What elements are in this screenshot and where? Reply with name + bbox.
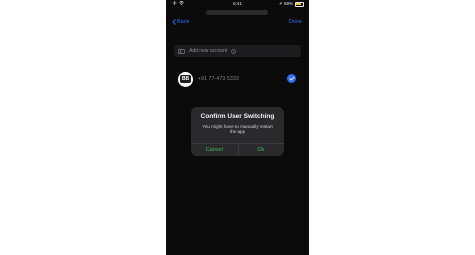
avatar: BB (178, 71, 193, 87)
battery-level (296, 2, 302, 6)
info-icon[interactable] (231, 48, 237, 54)
add-user-icon (178, 48, 185, 54)
dialog-title: Confirm User Switching (200, 113, 275, 120)
status-bar: 6:41 69% (166, 0, 309, 8)
dialog-message-line-2: the app (229, 129, 246, 135)
done-button[interactable]: Done (289, 19, 302, 25)
chevron-left-icon (172, 19, 176, 25)
sheet-grabber[interactable] (206, 10, 268, 15)
status-right: 69% (278, 1, 304, 7)
back-label: Back (177, 19, 190, 25)
checkmark-circle-icon (287, 74, 296, 83)
ok-button[interactable]: Ok (238, 144, 285, 156)
account-phone-number: +91 77-473 5333 (198, 76, 239, 82)
cancel-button[interactable]: Cancel (191, 144, 238, 156)
location-icon (278, 2, 282, 5)
phone-screen: 6:41 69% Back Done Add new account BB +9… (166, 0, 309, 255)
account-row[interactable]: BB +91 77-473 5333 (178, 70, 296, 88)
back-button[interactable]: Back (172, 19, 189, 25)
add-account-button[interactable]: Add new account (174, 45, 301, 57)
add-account-label: Add new account (189, 48, 228, 54)
confirm-user-switching-dialog: Confirm User Switching You might have to… (191, 107, 284, 156)
battery-percent: 69% (283, 1, 293, 6)
battery-icon (295, 1, 304, 7)
avatar-initials: BB (180, 75, 191, 83)
dialog-message: You might have to manually restart the a… (197, 124, 278, 134)
